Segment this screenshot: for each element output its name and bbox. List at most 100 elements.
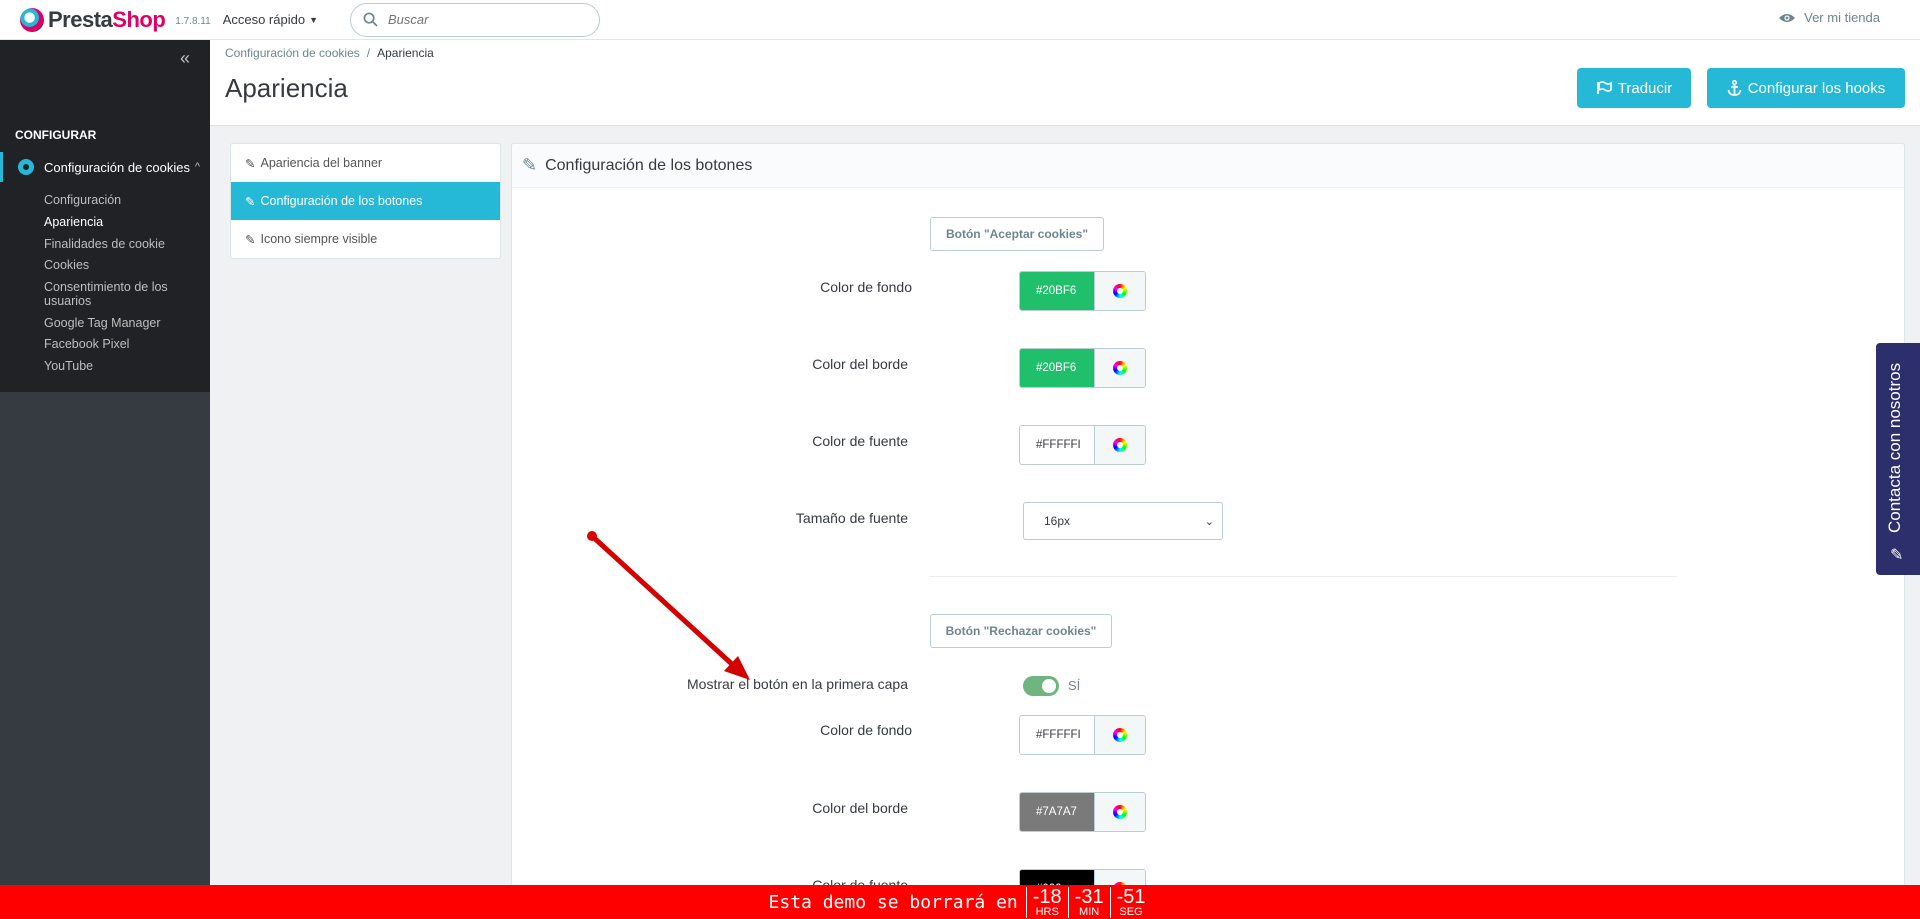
search-input[interactable] (388, 12, 578, 27)
top-header: PrestaShop 1.7.8.11 Acceso rápido ▼ Ver … (0, 0, 1920, 40)
logo-text: PrestaShop (48, 6, 166, 33)
eye-icon (1779, 13, 1796, 22)
accept-bg-label: Color de fondo (820, 279, 912, 295)
breadcrumb-separator: / (366, 46, 371, 60)
flag-icon (1596, 81, 1612, 94)
font-size-value: 16px (1044, 514, 1071, 528)
sidebar-item-configuracion[interactable]: Configuración (0, 190, 210, 212)
color-picker-button[interactable] (1094, 793, 1145, 831)
view-shop-link[interactable]: Ver mi tienda (1778, 10, 1880, 25)
page-header: Configuración de cookies / Apariencia Apar… (210, 40, 1920, 126)
reject-bg-color-input[interactable]: #FFFFFI (1020, 716, 1094, 754)
breadcrumb-current: Apariencia (377, 46, 434, 60)
contact-us-tab[interactable]: Contacta con nosotros ✎ (1876, 343, 1920, 575)
color-wheel-icon (1113, 361, 1127, 375)
pencil-icon: ✎ (522, 155, 538, 175)
accept-bg-color-input[interactable]: #20BF6 (1020, 272, 1094, 310)
accept-font-color-picker[interactable]: #FFFFFI (1019, 425, 1146, 465)
countdown-seconds-value: -51 (1116, 885, 1146, 908)
breadcrumb-parent-link[interactable]: Configuración de cookies (225, 46, 360, 60)
reject-bg-color-picker[interactable]: #FFFFFI (1019, 715, 1146, 755)
reject-bg-label: Color de fondo (820, 722, 912, 738)
countdown-seconds-unit: SEG (1119, 905, 1143, 918)
font-size-label: Tamaño de fuente (795, 510, 908, 526)
tab-label: Icono siempre visible (260, 232, 378, 246)
anchor-icon (1727, 80, 1741, 96)
color-wheel-icon (1113, 805, 1127, 819)
sidebar-top: « (0, 40, 210, 112)
chevron-up-icon: ^ (194, 161, 200, 173)
translate-button[interactable]: Traducir (1577, 68, 1691, 108)
accept-cookies-section-button[interactable]: Botón "Aceptar cookies" (930, 217, 1104, 251)
accept-font-color-input[interactable]: #FFFFFI (1020, 426, 1094, 464)
toggle-state-label: SÍ (1068, 678, 1081, 693)
reject-border-color-input[interactable]: #7A7A7 (1020, 793, 1094, 831)
demo-message: Esta demo se borrará en (768, 891, 1018, 913)
settings-tab-list: ✎ Apariencia del banner ✎ Configuración de… (230, 143, 501, 259)
sidebar-item-facebook-pixel[interactable]: Facebook Pixel (0, 334, 210, 356)
accept-font-color-label: Color de fuente (812, 433, 908, 449)
sidebar-item-youtube[interactable]: YouTube (0, 356, 210, 378)
accept-border-label: Color del borde (812, 356, 908, 372)
caret-down-icon: ▼ (309, 14, 318, 25)
sidebar-submenu: Configuración Apariencia Finalidades de … (0, 190, 210, 378)
logo-text-main: Presta (48, 6, 113, 32)
logo-text-accent: Shop (112, 6, 166, 32)
configure-hooks-button[interactable]: Configurar los hooks (1707, 68, 1905, 108)
search-box[interactable] (350, 2, 600, 37)
view-shop-label: Ver mi tienda (1804, 10, 1880, 25)
section-divider (929, 576, 1677, 577)
accept-bg-color-picker[interactable]: #20BF6 (1019, 271, 1146, 311)
sidebar-item-finalidades[interactable]: Finalidades de cookie (0, 234, 210, 256)
pencil-icon: ✎ (245, 194, 256, 209)
prestashop-logo[interactable]: PrestaShop (20, 6, 166, 33)
demo-countdown-banner: Esta demo se borrará en -18 HRS -31 MIN … (0, 885, 1920, 919)
pencil-icon: ✎ (1890, 547, 1904, 564)
show-first-layer-label: Mostrar el botón en la primera capa (687, 676, 908, 692)
show-first-layer-toggle[interactable] (1023, 676, 1059, 696)
tab-always-visible-icon[interactable]: ✎ Icono siempre visible (231, 220, 500, 258)
color-picker-button[interactable] (1094, 716, 1145, 754)
color-picker-button[interactable] (1094, 272, 1145, 310)
version-label: 1.7.8.11 (175, 16, 211, 27)
sidebar-item-cookie-config[interactable]: Configuración de cookies ^ (0, 152, 210, 182)
color-picker-button[interactable] (1094, 426, 1145, 464)
color-wheel-icon (1113, 284, 1127, 298)
reject-border-color-picker[interactable]: #7A7A7 (1019, 792, 1146, 832)
quick-access-dropdown[interactable]: Acceso rápido ▼ (223, 12, 318, 27)
sidebar-item-cookies[interactable]: Cookies (0, 255, 210, 277)
sidebar-item-consentimiento[interactable]: Consentimiento de los usuarios (0, 277, 210, 313)
contact-us-label: Contacta con nosotros (1885, 362, 1904, 533)
translate-button-label: Traducir (1617, 79, 1673, 97)
pencil-icon: ✎ (245, 232, 256, 247)
breadcrumb: Configuración de cookies / Apariencia (225, 46, 434, 60)
panel-header: ✎ Configuración de los botones (512, 144, 1904, 188)
pencil-icon: ✎ (245, 156, 256, 171)
reject-border-label: Color del borde (812, 800, 908, 816)
prestashop-logo-icon (20, 7, 44, 32)
sidebar-section-title: CONFIGURAR (15, 128, 97, 142)
reject-cookies-section-button[interactable]: Botón "Rechazar cookies" (930, 614, 1112, 648)
configure-hooks-label: Configurar los hooks (1747, 79, 1886, 97)
sidebar-item-apariencia[interactable]: Apariencia (0, 212, 210, 234)
chevron-down-icon: ⌄ (1204, 515, 1214, 528)
tab-banner-appearance[interactable]: ✎ Apariencia del banner (231, 144, 500, 182)
accept-border-color-input[interactable]: #20BF6 (1020, 349, 1094, 387)
font-size-select[interactable]: 16px ⌄ (1023, 502, 1223, 540)
page-title: Apariencia (225, 73, 348, 103)
countdown-seconds: -51 SEG (1109, 885, 1152, 918)
countdown-hours-unit: HRS (1035, 905, 1059, 918)
sidebar-item-google-tag-manager[interactable]: Google Tag Manager (0, 313, 210, 335)
buttons-config-panel: ✎ Configuración de los botones Botón "Ac… (511, 143, 1905, 919)
tab-label: Apariencia del banner (260, 156, 383, 170)
countdown-minutes-unit: MIN (1079, 905, 1100, 918)
color-picker-button[interactable] (1094, 349, 1145, 387)
countdown-hours: -18 HRS (1025, 886, 1068, 918)
color-wheel-icon (1113, 438, 1127, 452)
color-wheel-icon (1113, 728, 1127, 742)
search-icon (363, 12, 378, 27)
collapse-sidebar-icon[interactable]: « (180, 48, 190, 69)
countdown-minutes-value: -31 (1074, 885, 1104, 908)
accept-border-color-picker[interactable]: #20BF6 (1019, 348, 1146, 388)
tab-buttons-config[interactable]: ✎ Configuración de los botones (231, 182, 500, 220)
